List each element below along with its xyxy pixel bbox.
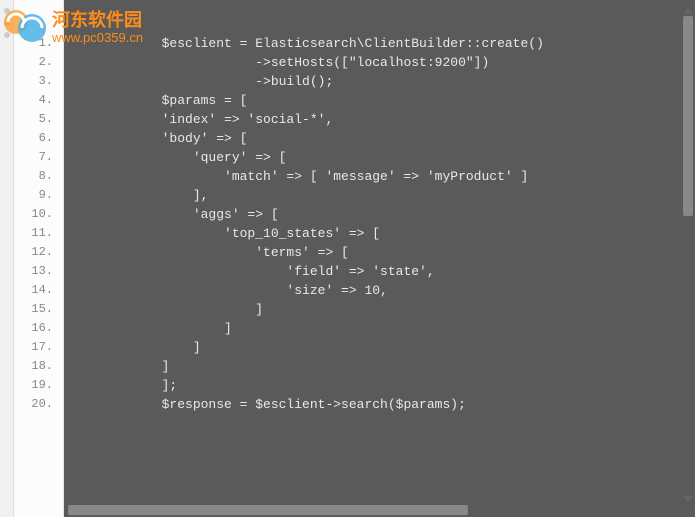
tab-strip: [0, 0, 14, 517]
code-line: 'query' => [: [64, 148, 695, 167]
code-area[interactable]: $esclient = Elasticsearch\ClientBuilder:…: [64, 0, 695, 517]
code-line: 'terms' => [: [64, 243, 695, 262]
horizontal-scrollbar[interactable]: [66, 505, 679, 515]
line-number: 12.: [14, 243, 63, 262]
code-line: ->setHosts(["localhost:9200"]): [64, 53, 695, 72]
line-number: 2.: [14, 53, 63, 72]
line-number: 14.: [14, 281, 63, 300]
code-line: $params = [: [64, 91, 695, 110]
vertical-scrollbar-thumb[interactable]: [683, 16, 693, 216]
scroll-up-icon[interactable]: [683, 8, 693, 14]
code-line: ]: [64, 300, 695, 319]
line-number: 16.: [14, 319, 63, 338]
line-number: 8.: [14, 167, 63, 186]
code-line: 'index' => 'social-*',: [64, 110, 695, 129]
watermark-site-url: www.pc0359.cn: [52, 30, 143, 45]
line-number: 3.: [14, 72, 63, 91]
line-number: 13.: [14, 262, 63, 281]
line-number: 11.: [14, 224, 63, 243]
line-number: 20.: [14, 395, 63, 414]
line-number: 15.: [14, 300, 63, 319]
code-line: 'top_10_states' => [: [64, 224, 695, 243]
code-line: ]: [64, 357, 695, 376]
code-line: $response = $esclient->search($params);: [64, 395, 695, 414]
code-line: ],: [64, 186, 695, 205]
line-number: 6.: [14, 129, 63, 148]
line-number: 9.: [14, 186, 63, 205]
code-line: 'size' => 10,: [64, 281, 695, 300]
horizontal-scrollbar-thumb[interactable]: [68, 505, 468, 515]
code-line: 'match' => [ 'message' => 'myProduct' ]: [64, 167, 695, 186]
scroll-down-icon[interactable]: [683, 496, 693, 502]
logo-icon: [2, 2, 50, 50]
watermark-logo: [2, 2, 50, 54]
code-line: 'field' => 'state',: [64, 262, 695, 281]
line-number: 10.: [14, 205, 63, 224]
vertical-scrollbar[interactable]: [683, 6, 693, 506]
line-number: 4.: [14, 91, 63, 110]
code-line: ]: [64, 338, 695, 357]
watermark-site-name: 河东软件园: [52, 6, 142, 32]
code-line: ]: [64, 319, 695, 338]
line-number: 19.: [14, 376, 63, 395]
code-line: 'aggs' => [: [64, 205, 695, 224]
line-number: 5.: [14, 110, 63, 129]
code-line: $esclient = Elasticsearch\ClientBuilder:…: [64, 34, 695, 53]
line-number-gutter: 1. 2. 3. 4. 5. 6. 7. 8. 9. 10. 11. 12. 1…: [14, 0, 64, 517]
code-line: 'body' => [: [64, 129, 695, 148]
line-number: 18.: [14, 357, 63, 376]
line-number: 7.: [14, 148, 63, 167]
code-line: ];: [64, 376, 695, 395]
line-number: 17.: [14, 338, 63, 357]
code-line: ->build();: [64, 72, 695, 91]
editor-wrapper: 1. 2. 3. 4. 5. 6. 7. 8. 9. 10. 11. 12. 1…: [0, 0, 695, 517]
